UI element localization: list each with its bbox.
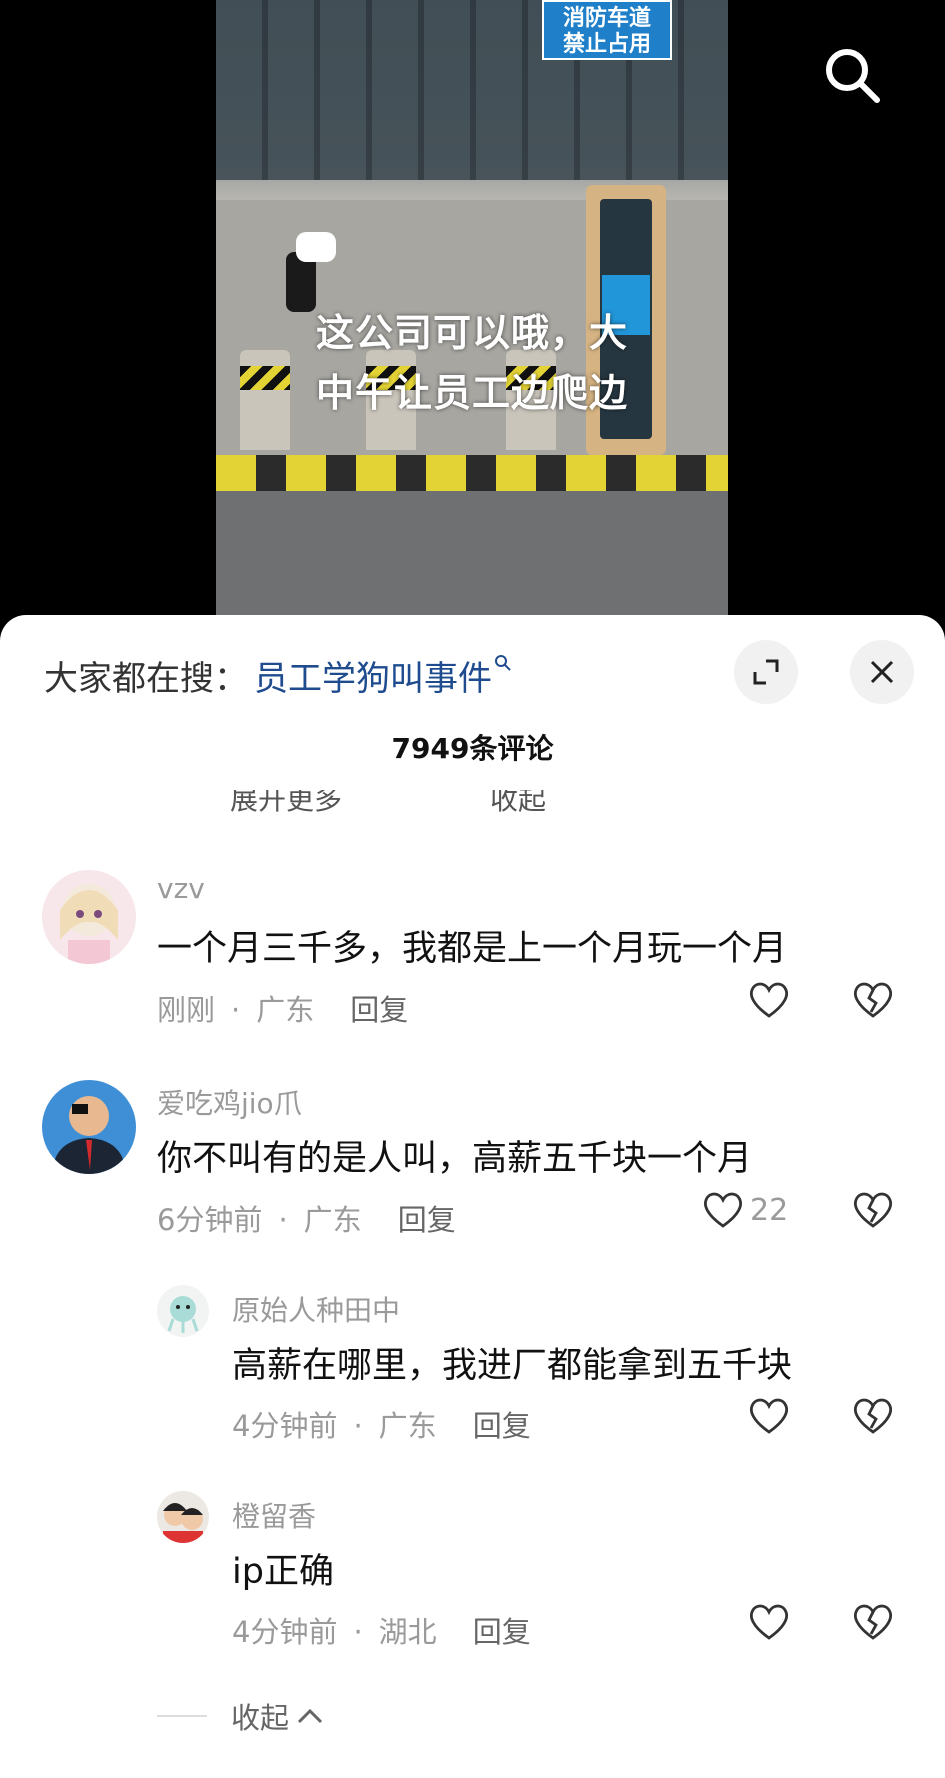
sign-line-2: 禁止占用 bbox=[562, 32, 651, 57]
trending-search-prefix: 大家都在搜： bbox=[44, 658, 248, 699]
dislike-button[interactable] bbox=[852, 1396, 894, 1440]
collapse-replies-button[interactable]: 收起 bbox=[157, 1695, 325, 1737]
comment-username[interactable]: 爱吃鸡jio爪 bbox=[157, 1082, 302, 1122]
reply-meta: 4分钟前 · 广东 回复 bbox=[232, 1409, 531, 1443]
search-icon bbox=[494, 653, 512, 677]
video-caption-line-2: 中午让员工边爬边 bbox=[315, 371, 628, 415]
expand-button[interactable] bbox=[734, 640, 798, 704]
broken-heart-icon bbox=[854, 982, 892, 1018]
close-icon bbox=[870, 660, 894, 684]
video-frame[interactable]: 消防车道 禁止占用 这公司可以哦，大 中午让员工边爬边 bbox=[216, 0, 728, 615]
comment-meta: 6分钟前 · 广东 回复 bbox=[157, 1203, 456, 1237]
divider bbox=[157, 1715, 207, 1717]
dislike-button[interactable] bbox=[852, 1190, 894, 1234]
avatar[interactable] bbox=[42, 1080, 136, 1174]
reply-location: 广东 bbox=[378, 1409, 437, 1443]
comment-location: 广东 bbox=[303, 1203, 362, 1237]
comment-username[interactable]: vzv bbox=[157, 872, 205, 905]
reply-meta: 4分钟前 · 湖北 回复 bbox=[232, 1615, 531, 1649]
like-button[interactable]: 22 bbox=[702, 1190, 788, 1230]
yellow-curb bbox=[216, 455, 728, 491]
comment-count-title: 7949条评论 bbox=[391, 732, 554, 765]
comment-time: 刚刚 bbox=[157, 993, 216, 1027]
heart-icon bbox=[750, 1398, 788, 1434]
collapse-label: 收起 bbox=[231, 1701, 290, 1735]
reply-button[interactable]: 回复 bbox=[473, 1615, 531, 1649]
expand-more-link[interactable]: 展开更多 bbox=[230, 790, 342, 818]
close-button[interactable] bbox=[850, 640, 914, 704]
reply-text: ip正确 bbox=[232, 1552, 334, 1592]
fire-lane-sign: 消防车道 禁止占用 bbox=[542, 0, 672, 60]
avatar[interactable] bbox=[157, 1491, 209, 1543]
like-count: 22 bbox=[750, 1192, 789, 1228]
broken-heart-icon bbox=[854, 1398, 892, 1434]
comment-meta: 刚刚 · 广东 回复 bbox=[157, 993, 409, 1027]
reply-username[interactable]: 橙留香 bbox=[232, 1495, 316, 1535]
reply-time: 4分钟前 bbox=[232, 1615, 338, 1649]
expand-icon bbox=[753, 659, 779, 685]
chevron-up-icon bbox=[297, 1708, 323, 1724]
like-button[interactable] bbox=[748, 1602, 790, 1642]
reply-text: 高薪在哪里，我进厂都能拿到五千块 bbox=[232, 1346, 793, 1386]
crawling-person bbox=[286, 232, 346, 312]
asphalt bbox=[216, 491, 728, 615]
reply-button[interactable]: 回复 bbox=[350, 993, 408, 1027]
reply-button[interactable]: 回复 bbox=[473, 1409, 531, 1443]
scrolled-off-row: 展开更多 收起 bbox=[220, 790, 670, 820]
reply-username[interactable]: 原始人种田中 bbox=[232, 1289, 400, 1329]
dislike-button[interactable] bbox=[852, 1602, 894, 1646]
heart-icon bbox=[704, 1192, 742, 1228]
like-button[interactable] bbox=[748, 980, 796, 1020]
avatar[interactable] bbox=[42, 870, 136, 964]
trending-search-bar[interactable]: 大家都在搜： 员工学狗叫事件 bbox=[44, 650, 512, 700]
heart-icon bbox=[750, 1604, 788, 1640]
heart-icon bbox=[750, 982, 788, 1018]
reply-time: 4分钟前 bbox=[232, 1409, 338, 1443]
broken-heart-icon bbox=[854, 1604, 892, 1640]
collapse-link-partial[interactable]: 收起 bbox=[490, 790, 546, 818]
comment-sheet: 大家都在搜： 员工学狗叫事件 7949条评论 展开更多 收起 vzv 一个月三千… bbox=[0, 615, 945, 1778]
video-player[interactable]: 消防车道 禁止占用 这公司可以哦，大 中午让员工边爬边 bbox=[0, 0, 945, 630]
dislike-button[interactable] bbox=[852, 980, 894, 1024]
comment-time: 6分钟前 bbox=[157, 1203, 263, 1237]
comment-text: 一个月三千多，我都是上一个月玩一个月 bbox=[157, 929, 788, 969]
video-caption-line-1: 这公司可以哦，大 bbox=[315, 311, 628, 355]
avatar[interactable] bbox=[157, 1285, 209, 1337]
comment-text: 你不叫有的是人叫，高薪五千块一个月 bbox=[157, 1139, 753, 1179]
search-icon[interactable] bbox=[822, 45, 882, 105]
like-button[interactable] bbox=[748, 1396, 790, 1436]
broken-heart-icon bbox=[854, 1192, 892, 1228]
reply-location: 湖北 bbox=[378, 1615, 437, 1649]
reply-button[interactable]: 回复 bbox=[398, 1203, 456, 1237]
comment-location: 广东 bbox=[256, 993, 315, 1027]
sign-line-1: 消防车道 bbox=[562, 6, 651, 31]
trending-search-term[interactable]: 员工学狗叫事件 bbox=[254, 651, 492, 700]
